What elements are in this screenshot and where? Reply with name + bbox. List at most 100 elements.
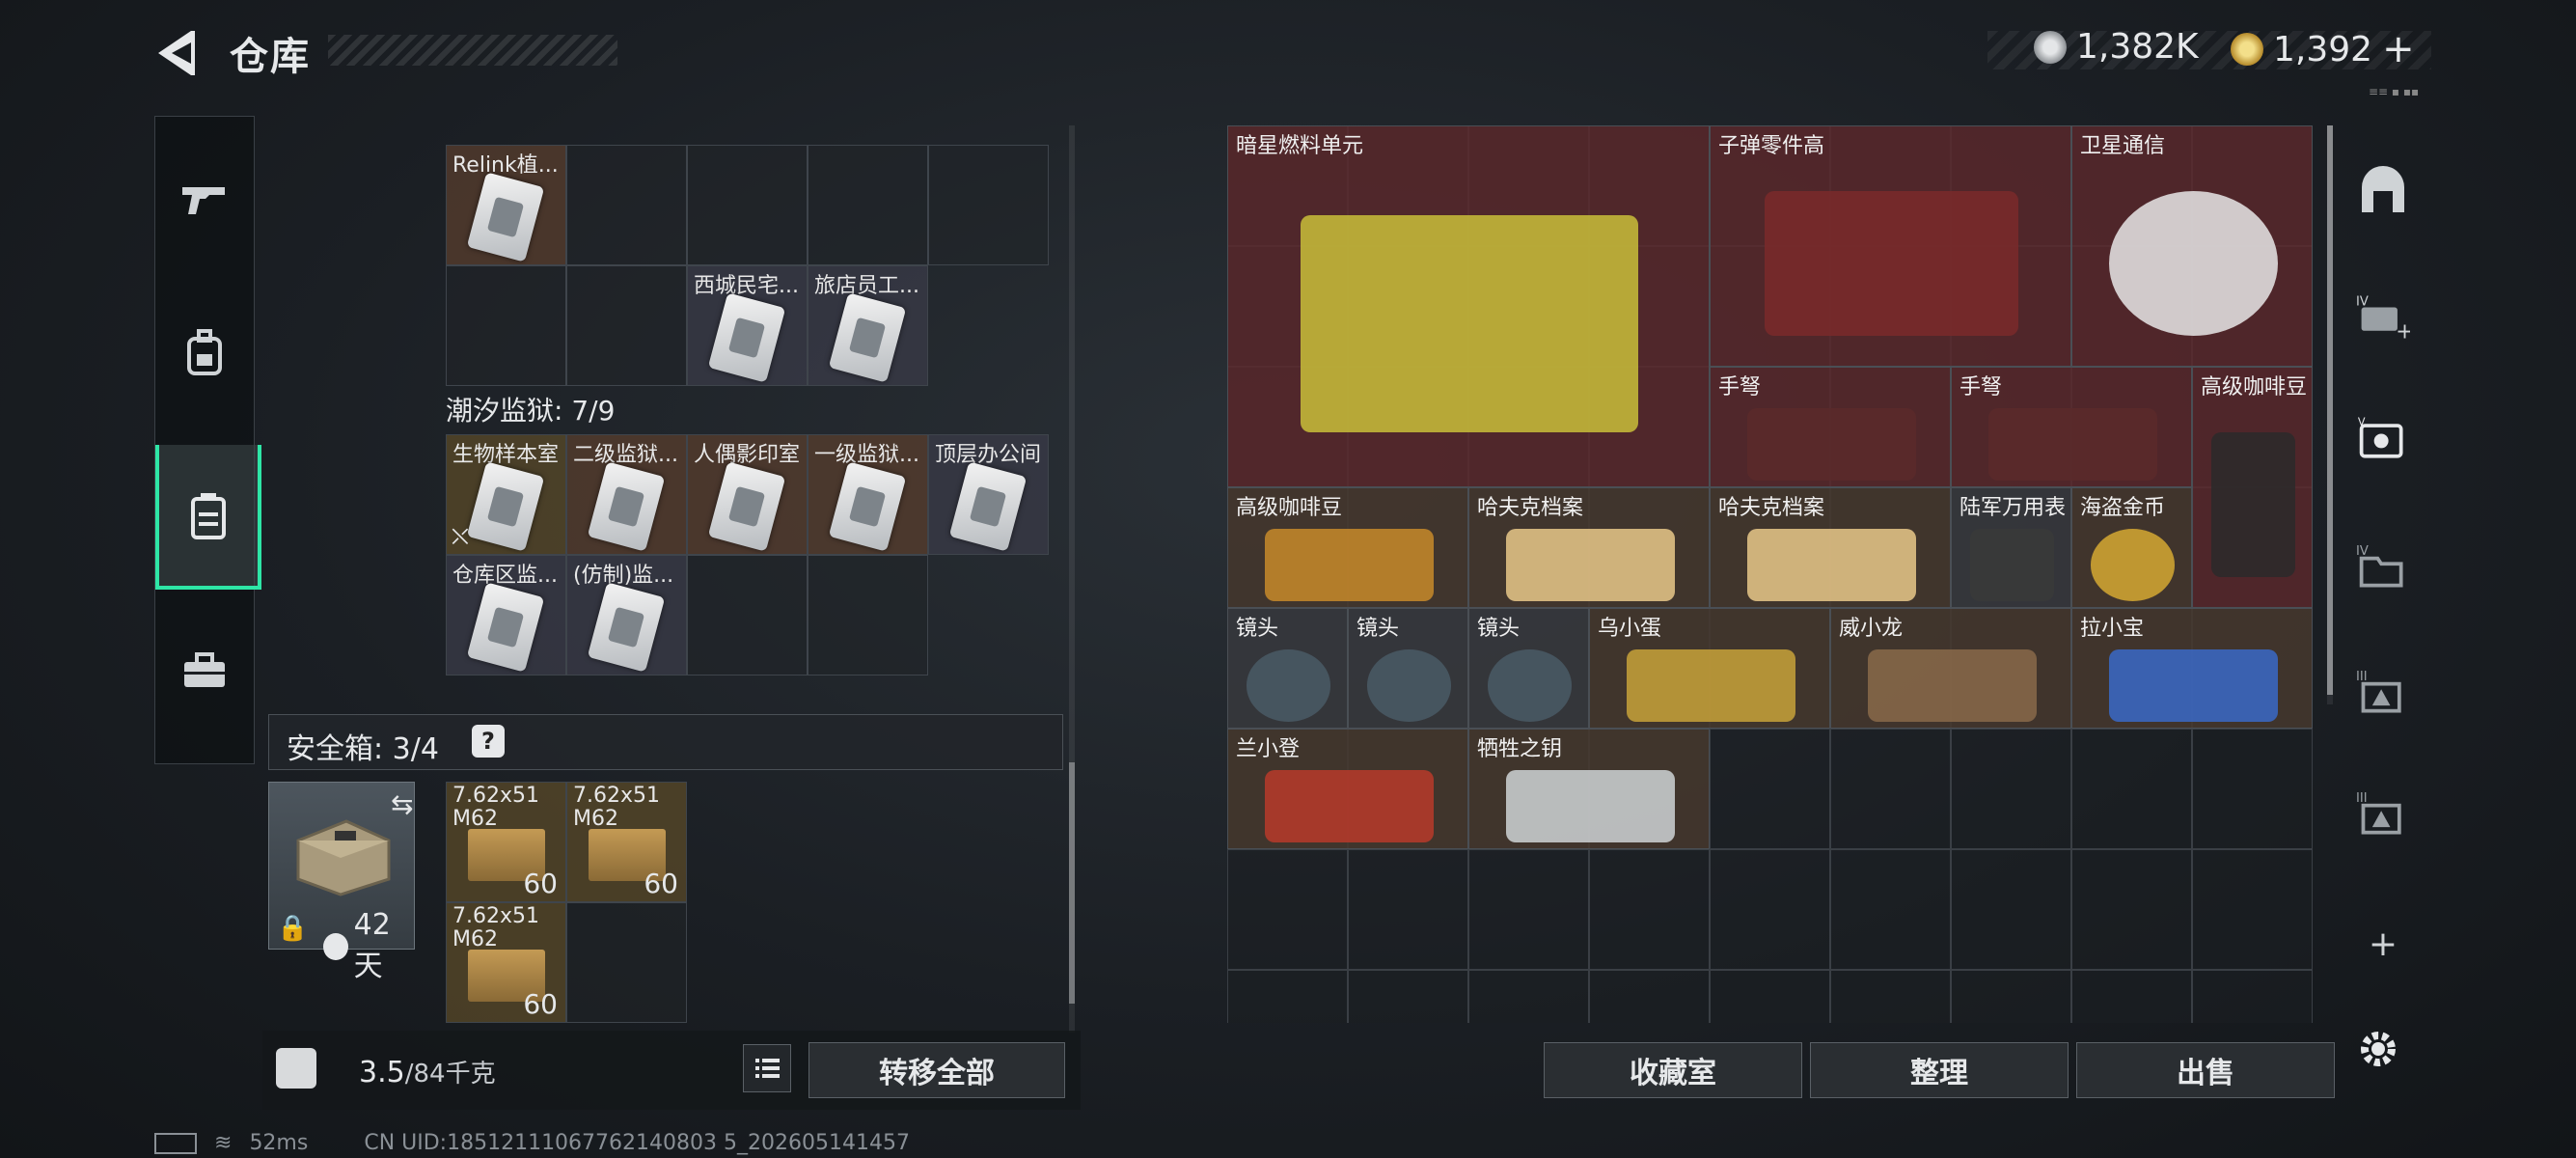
rnav-iv-folder[interactable]: IV [2356,540,2410,594]
stash-item[interactable]: 兰小登 [1227,729,1468,849]
item-label: 乌小蛋 [1598,617,1662,641]
stash-item[interactable]: 哈夫克档案 [1710,487,1951,608]
left-scrollbar[interactable] [1069,125,1075,1033]
empty-slot[interactable] [1830,970,1951,1023]
organize-button[interactable]: 整理 [1810,1042,2069,1098]
empty-slot[interactable] [446,265,566,386]
empty-slot[interactable] [1951,849,2071,970]
add-currency-icon[interactable]: + [2382,27,2415,71]
stash-item[interactable]: 卫星通信 [2071,125,2313,367]
empty-slot[interactable] [1227,849,1348,970]
empty-slot[interactable] [566,265,687,386]
empty-slot[interactable] [1830,729,1951,849]
empty-slot[interactable] [1468,849,1589,970]
right-scrollbar[interactable] [2327,125,2333,704]
nav-backpack[interactable] [155,281,254,426]
empty-slot[interactable] [687,555,808,676]
empty-slot[interactable] [2192,970,2313,1023]
stash-item[interactable]: 镜头 [1227,608,1348,729]
ammo-item[interactable]: 7.62x51 M62 60 [446,902,566,1023]
stash-item[interactable]: 拉小宝 [2071,608,2313,729]
settings-gear-icon[interactable] [2354,1025,2402,1073]
empty-slot[interactable] [2071,729,2192,849]
list-view-button[interactable] [743,1044,791,1092]
empty-slot[interactable] [566,902,687,1023]
ammo-label: 7.62x51 M62 [452,784,539,831]
ammo-item[interactable]: 7.62x51 M62 60 [446,782,566,902]
stash-item[interactable]: 旅店员工... [808,265,928,386]
empty-slot[interactable] [1468,970,1589,1023]
empty-slot[interactable] [1348,970,1468,1023]
stash-item[interactable]: 人偶影印室 [687,434,808,555]
ammo-count: 60 [644,868,678,899]
empty-slot[interactable] [687,145,808,265]
empty-slot[interactable] [1951,970,2071,1023]
safe-box-help-button[interactable]: ? [472,725,505,758]
empty-slot[interactable] [808,555,928,676]
empty-slot[interactable] [1710,849,1830,970]
empty-slot[interactable] [808,145,928,265]
weight-display: 3.5/84千克 [359,1054,496,1089]
stash-item[interactable]: 子弹零件高 [1710,125,2071,367]
figure-dragon-icon [1867,649,2037,722]
transfer-all-button[interactable]: 转移全部 [808,1042,1065,1098]
empty-slot[interactable] [2192,729,2313,849]
stash-item[interactable]: 高级咖啡豆 [1227,487,1468,608]
stash-item[interactable]: (仿制)监... [566,555,687,676]
sell-button[interactable]: 出售 [2076,1042,2335,1098]
coffee-bag-icon [2210,432,2296,577]
empty-slot[interactable] [1830,849,1951,970]
empty-slot[interactable] [1710,970,1830,1023]
empty-slot[interactable] [1348,849,1468,970]
stash-item[interactable]: 仓库区监... [446,555,566,676]
stash-item[interactable]: 乌小蛋 [1589,608,1830,729]
currency-b[interactable]: 1,392 + [2231,27,2415,71]
stash-item[interactable]: Relink植... [446,145,566,265]
stash-item[interactable]: 镜头 [1348,608,1468,729]
stash-item[interactable]: 陆军万用表 [1951,487,2071,608]
stash-item[interactable]: 镜头 [1468,608,1589,729]
rnav-selected[interactable]: V [2356,413,2410,467]
right-scroll-thumb[interactable] [2327,125,2333,695]
ammo-count: 60 [523,868,558,899]
stash-item[interactable]: 牺牲之钥 [1468,729,1710,849]
stash-item[interactable]: 西城民宅... [687,265,808,386]
stash-item[interactable]: 二级监狱... [566,434,687,555]
stash-item[interactable]: 一级监狱... [808,434,928,555]
stash-item[interactable]: 手弩 [1951,367,2192,487]
stash-item[interactable]: 暗星燃料单元 [1227,125,1710,487]
left-scroll-thumb[interactable] [1069,762,1075,1004]
back-arrow-icon[interactable] [154,27,197,79]
rnav-armory[interactable] [2356,164,2410,218]
rnav-iii-a[interactable]: III [2356,666,2410,720]
stash-item[interactable]: 手弩 [1710,367,1951,487]
empty-slot[interactable] [928,145,1049,265]
rnav-iv-add[interactable]: IV + [2356,288,2410,342]
empty-slot[interactable] [2071,849,2192,970]
rnav-iii-b[interactable]: III [2356,787,2410,841]
empty-slot[interactable] [566,145,687,265]
stash-item[interactable]: 哈夫克档案 [1468,487,1710,608]
empty-slot[interactable] [2071,970,2192,1023]
empty-slot[interactable] [1589,970,1710,1023]
rnav-add-icon[interactable]: + [2356,917,2410,971]
folder-icon [1746,529,1916,601]
empty-slot[interactable] [1589,849,1710,970]
ammo-item[interactable]: 7.62x51 M62 60 [566,782,687,902]
nav-weapon[interactable] [155,126,254,271]
nav-toolbox[interactable] [155,599,254,744]
safe-box[interactable]: ⇆ 🔒 42天 [268,782,415,983]
nav-stash[interactable] [155,445,261,590]
stash-item[interactable]: 高级咖啡豆 [2192,367,2313,608]
stash-item[interactable]: 威小龙 [1830,608,2071,729]
swap-icon[interactable]: ⇆ [391,788,413,820]
empty-slot[interactable] [1951,729,2071,849]
empty-slot[interactable] [2192,849,2313,970]
item-label: 镜头 [1357,617,1400,641]
stash-item[interactable]: 海盗金币 [2071,487,2192,608]
empty-slot[interactable] [1227,970,1348,1023]
empty-slot[interactable] [1710,729,1830,849]
collection-room-button[interactable]: 收藏室 [1544,1042,1802,1098]
stash-item[interactable]: 顶层办公间 [928,434,1049,555]
item-label: 生物样本室 [452,443,560,467]
